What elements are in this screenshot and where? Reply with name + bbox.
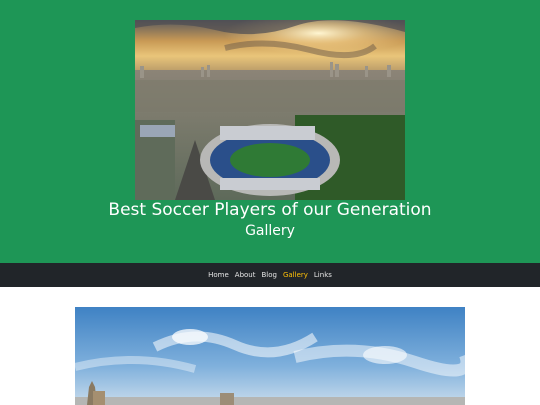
site-title: Best Soccer Players of our Generation: [108, 200, 432, 220]
nav-link-blog[interactable]: Blog: [261, 263, 276, 287]
nav-link-links[interactable]: Links: [314, 263, 332, 287]
page-subtitle: Gallery: [245, 223, 295, 239]
nav-link-home[interactable]: Home: [208, 263, 229, 287]
site-header: Best Soccer Players of our Generation Ga…: [0, 0, 540, 263]
nav-menu: Home About Blog Gallery Links: [0, 263, 540, 287]
gallery-image: [75, 307, 465, 405]
navbar: Home About Blog Gallery Links: [0, 263, 540, 287]
hero-image: [135, 20, 405, 200]
nav-link-gallery[interactable]: Gallery: [283, 263, 308, 287]
nav-link-about[interactable]: About: [235, 263, 256, 287]
